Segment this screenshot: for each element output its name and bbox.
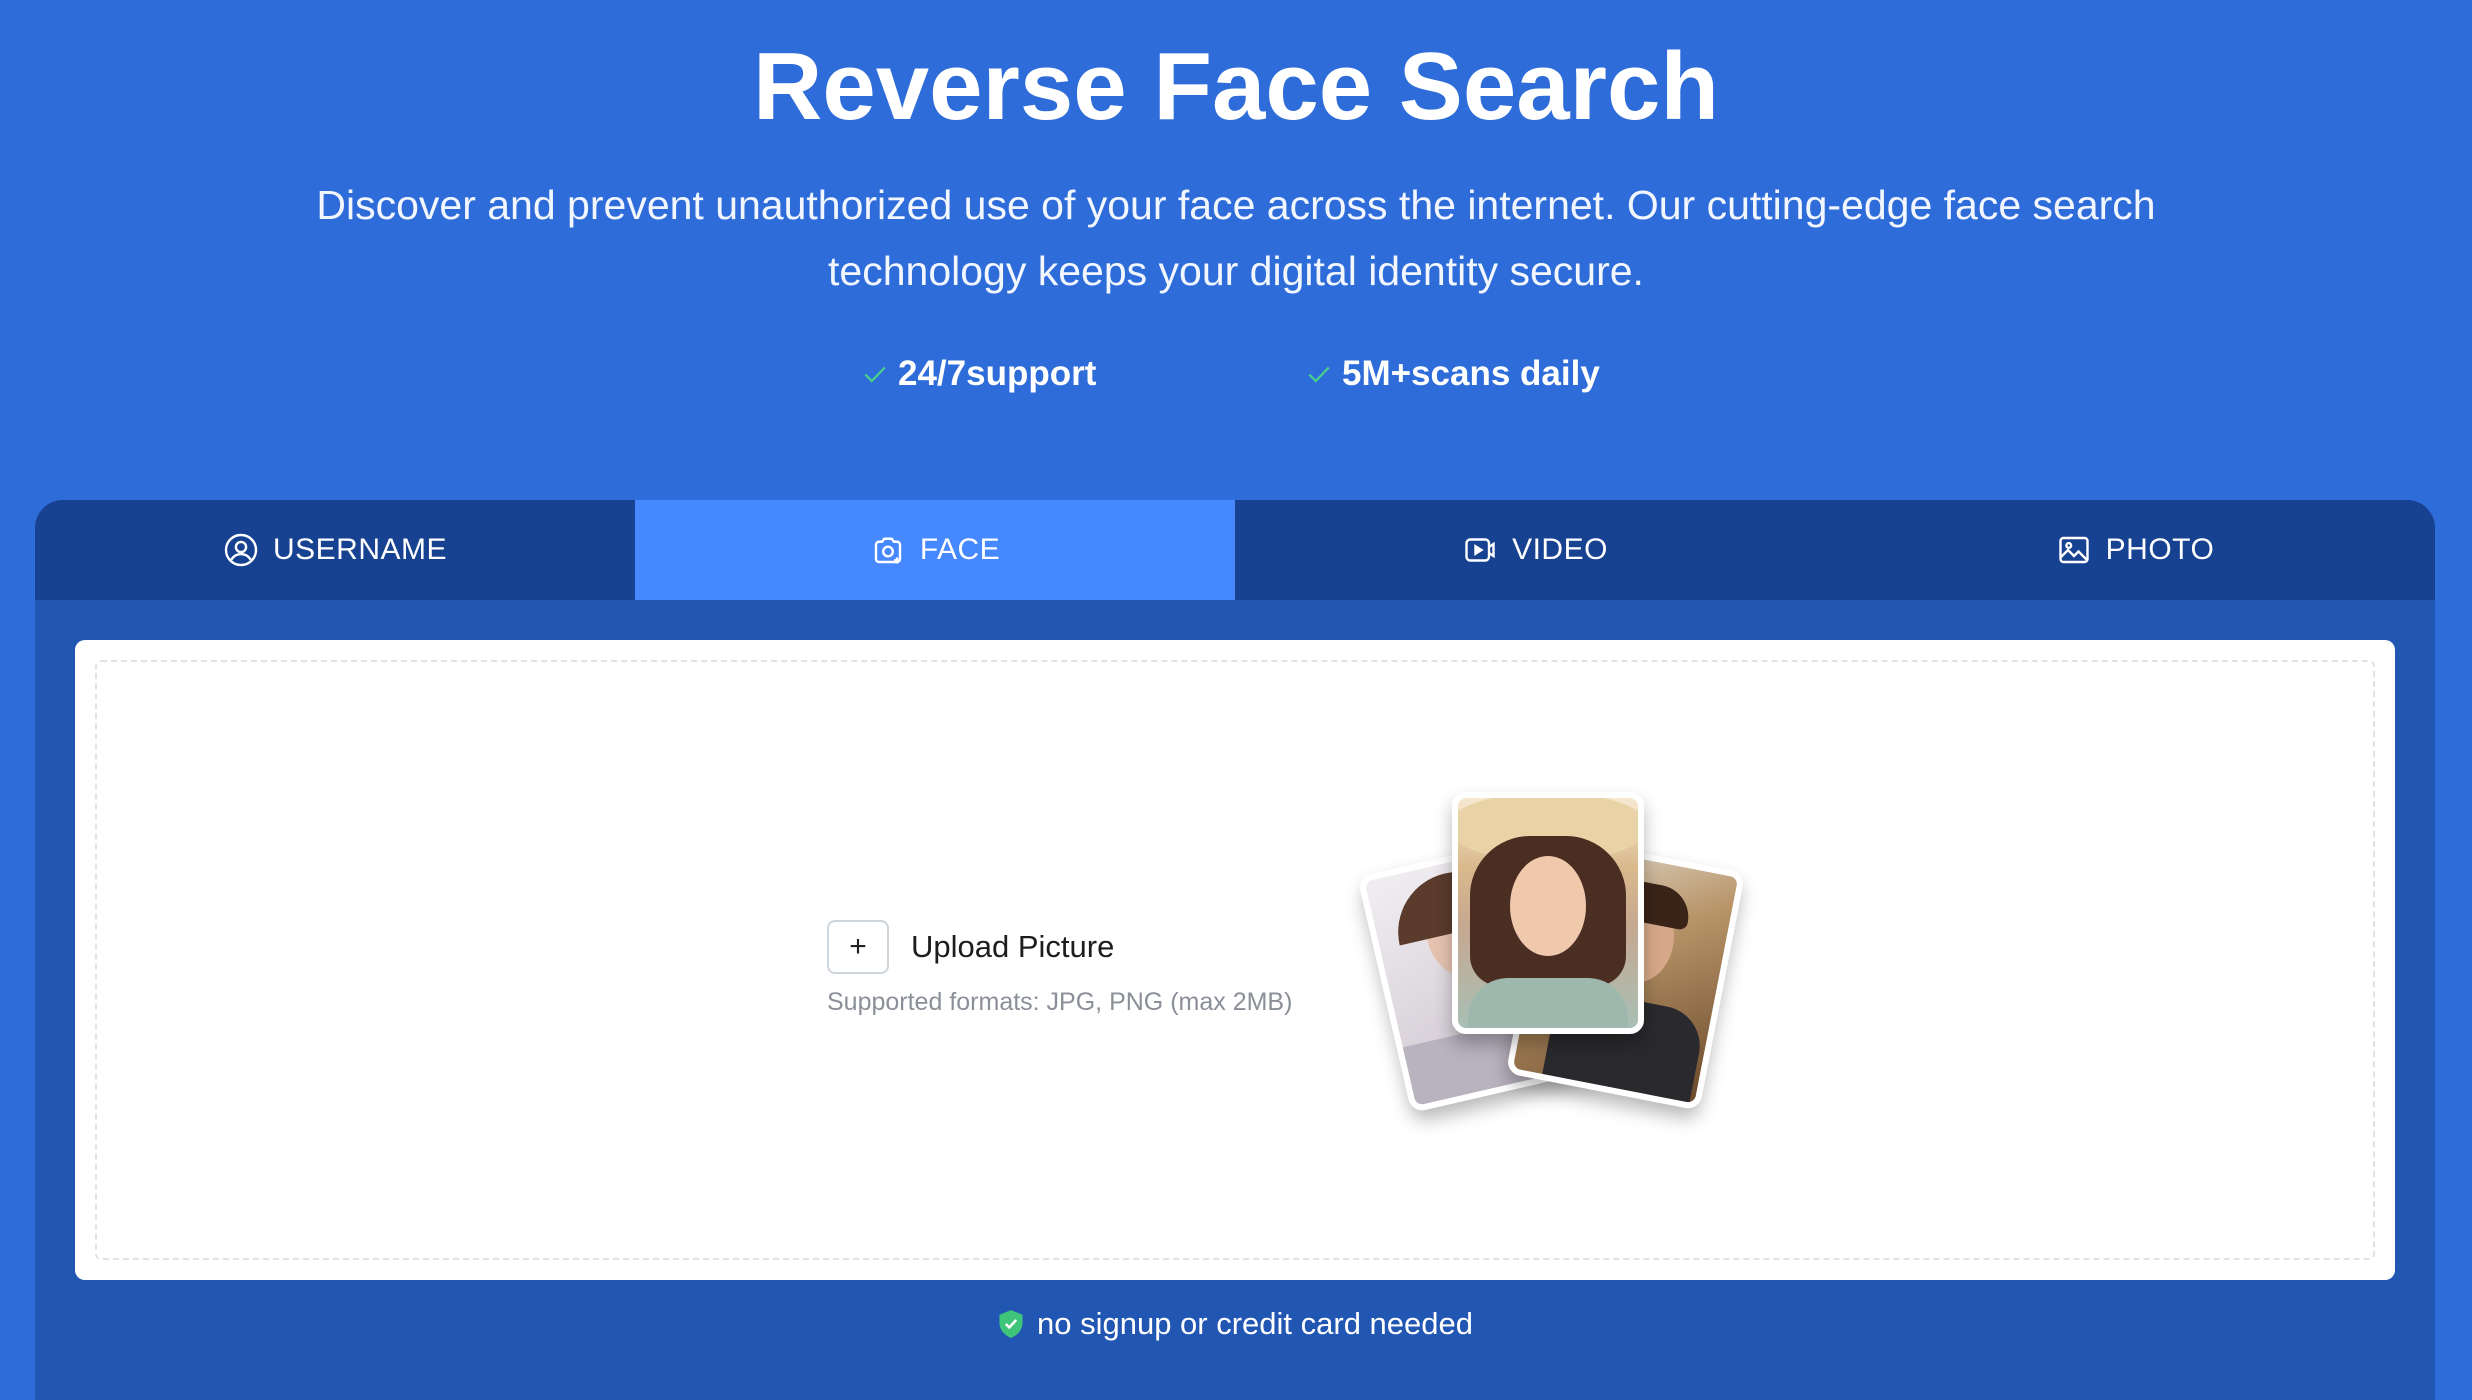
upload-card: + Upload Picture Supported formats: JPG,… — [75, 640, 2395, 1280]
upload-picture-label[interactable]: Upload Picture — [911, 929, 1114, 965]
feature-list: 24/7support 5M+scans daily — [0, 348, 2472, 400]
sample-photos-illustration — [1342, 792, 1772, 1122]
page-title: Reverse Face Search — [753, 33, 1719, 140]
tab-label: USERNAME — [272, 533, 448, 566]
feature-scans: 5M+scans daily — [1306, 348, 1600, 400]
user-circle-icon — [224, 533, 258, 567]
tab-video[interactable]: VIDEO — [1235, 500, 1835, 600]
tab-label: VIDEO — [1512, 533, 1608, 566]
image-icon — [2058, 536, 2089, 564]
check-icon — [862, 361, 888, 387]
hero-description: Discover and prevent unauthorized use of… — [316, 182, 2156, 294]
upload-plus-button[interactable]: + — [827, 920, 889, 974]
shield-check-icon — [999, 1310, 1023, 1338]
tab-label: PHOTO — [2105, 533, 2215, 566]
sample-photo-featured — [1452, 792, 1644, 1034]
supported-formats-text: Supported formats: JPG, PNG (max 2MB) — [827, 988, 1293, 1016]
check-icon — [1306, 361, 1332, 387]
search-type-tabs: USERNAME FACE VIDEO PHOTO — [35, 500, 2435, 600]
tab-label: FACE — [919, 533, 1001, 566]
footer-note-text: no signup or credit card needed — [1036, 1306, 1473, 1341]
video-icon — [1465, 538, 1495, 562]
feature-label: 5M+scans daily — [1342, 354, 1600, 393]
search-panel: USERNAME FACE VIDEO PHOTO + Upload Pictu… — [35, 500, 2435, 1400]
tab-face[interactable]: FACE — [635, 500, 1235, 600]
tab-photo[interactable]: PHOTO — [1835, 500, 2435, 600]
upload-dropzone[interactable]: + Upload Picture Supported formats: JPG,… — [95, 660, 2375, 1260]
no-signup-note: no signup or credit card needed — [35, 1306, 2435, 1342]
upload-row: + Upload Picture — [827, 920, 1114, 974]
face-camera-icon — [874, 537, 902, 564]
feature-label: 24/7support — [898, 354, 1097, 393]
tab-username[interactable]: USERNAME — [35, 500, 635, 600]
feature-support: 24/7support — [862, 348, 1096, 400]
